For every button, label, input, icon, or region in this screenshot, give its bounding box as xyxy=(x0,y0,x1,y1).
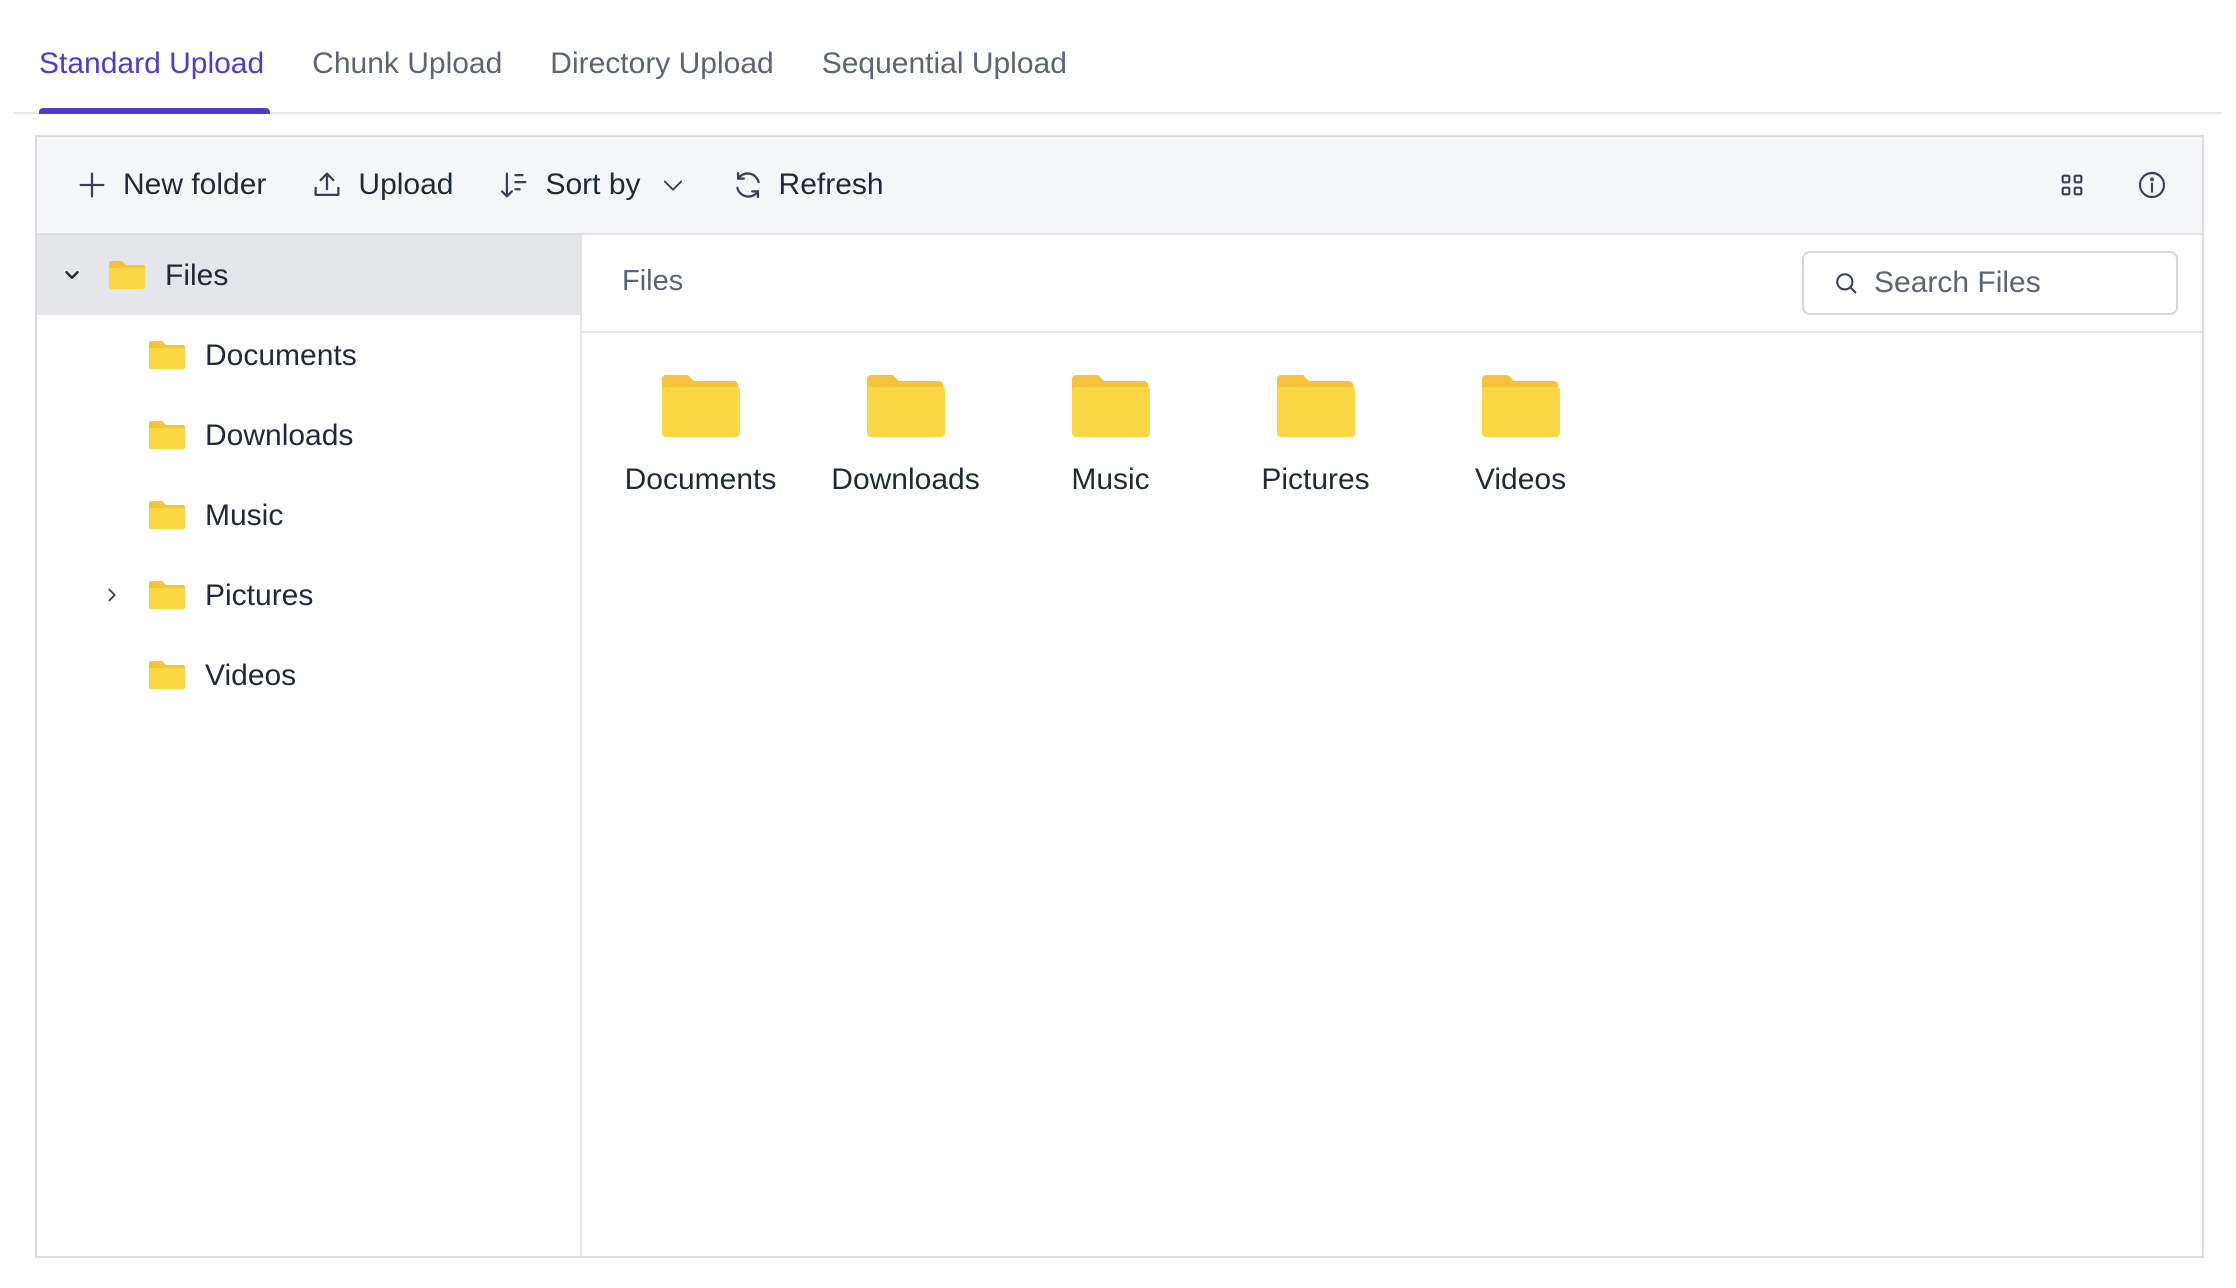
folder-item-label: Videos xyxy=(1474,463,1567,496)
folder-item-pictures[interactable]: Pictures xyxy=(1213,365,1418,525)
folder-icon xyxy=(149,341,185,369)
large-icons-view: Documents Downloads Music Pictures Video… xyxy=(598,365,1623,525)
upload-button[interactable]: Upload xyxy=(310,155,453,215)
sort-icon xyxy=(501,172,527,198)
folder-icon xyxy=(149,661,185,689)
tab-sequential-upload[interactable]: Sequential Upload xyxy=(822,0,1067,112)
refresh-button[interactable]: Refresh xyxy=(731,155,884,215)
sort-by-button[interactable]: Sort by xyxy=(497,155,686,215)
new-folder-button[interactable]: New folder xyxy=(75,155,266,215)
plus-icon xyxy=(79,172,105,198)
chevron-down-icon xyxy=(663,180,682,191)
folder-icon xyxy=(149,501,185,529)
toolbar: New folder Upload Sort by Refresh xyxy=(37,137,2202,235)
chevron-down-icon[interactable] xyxy=(59,262,85,288)
tab-chunk-upload[interactable]: Chunk Upload xyxy=(312,0,502,112)
tree-node-label: Music xyxy=(205,499,284,532)
tree-node-label: Files xyxy=(165,259,229,292)
folder-item-label: Downloads xyxy=(831,463,980,496)
chevron-right-icon[interactable] xyxy=(99,582,125,608)
upload-label: Upload xyxy=(358,168,454,201)
details-button[interactable] xyxy=(2122,155,2182,215)
breadcrumb-files[interactable]: Files xyxy=(622,265,683,298)
refresh-label: Refresh xyxy=(778,168,884,201)
folder-icon xyxy=(661,375,740,437)
tree-node-videos[interactable]: Videos xyxy=(37,635,580,715)
folder-item-label: Documents xyxy=(624,463,777,496)
folder-icon xyxy=(149,421,185,449)
folder-item-documents[interactable]: Documents xyxy=(598,365,803,525)
folder-item-label: Pictures xyxy=(1261,463,1370,496)
folder-icon xyxy=(1481,375,1560,437)
info-icon xyxy=(2138,171,2166,199)
content-pane: Files Documents Downloads Music Pictures xyxy=(582,235,2202,1256)
folder-item-music[interactable]: Music xyxy=(1008,365,1213,525)
refresh-icon xyxy=(735,171,760,199)
folder-icon xyxy=(1071,375,1150,437)
tree-node-downloads[interactable]: Downloads xyxy=(37,395,580,475)
search-input[interactable] xyxy=(1874,266,2144,300)
tree-node-music[interactable]: Music xyxy=(37,475,580,555)
tree-node-label: Videos xyxy=(205,659,297,692)
tree-node-pictures[interactable]: Pictures xyxy=(37,555,580,635)
folder-icon xyxy=(109,261,145,289)
search-icon xyxy=(1836,273,1857,294)
grid-icon xyxy=(2061,174,2083,196)
breadcrumb-bar: Files xyxy=(582,235,2202,333)
tree-node-label: Downloads xyxy=(205,419,354,452)
tree-node-documents[interactable]: Documents xyxy=(37,315,580,395)
grid-view-button[interactable] xyxy=(2042,155,2102,215)
new-folder-label: New folder xyxy=(123,168,267,201)
tab-directory-upload[interactable]: Directory Upload xyxy=(550,0,773,112)
sort-by-label: Sort by xyxy=(545,168,641,201)
upload-icon xyxy=(314,172,340,197)
folder-icon xyxy=(866,375,945,437)
folder-item-label: Music xyxy=(1071,463,1150,496)
navigation-tree: Files Documents Downloads Music Pictures… xyxy=(37,235,582,1256)
file-manager: New folder Upload Sort by Refresh Files … xyxy=(35,135,2204,1258)
tree-node-label: Pictures xyxy=(205,579,314,612)
tab-standard-upload[interactable]: Standard Upload xyxy=(39,0,271,114)
folder-icon xyxy=(149,581,185,609)
tree-node-label: Documents xyxy=(205,339,357,372)
folder-item-videos[interactable]: Videos xyxy=(1418,365,1623,525)
upload-tabs: Standard Upload Chunk Upload Directory U… xyxy=(14,0,2222,114)
search-box xyxy=(1802,251,2178,315)
folder-icon xyxy=(1276,375,1355,437)
folder-item-downloads[interactable]: Downloads xyxy=(803,365,1008,525)
tree-node-files[interactable]: Files xyxy=(37,235,580,315)
toolbar-right xyxy=(2042,137,2202,233)
